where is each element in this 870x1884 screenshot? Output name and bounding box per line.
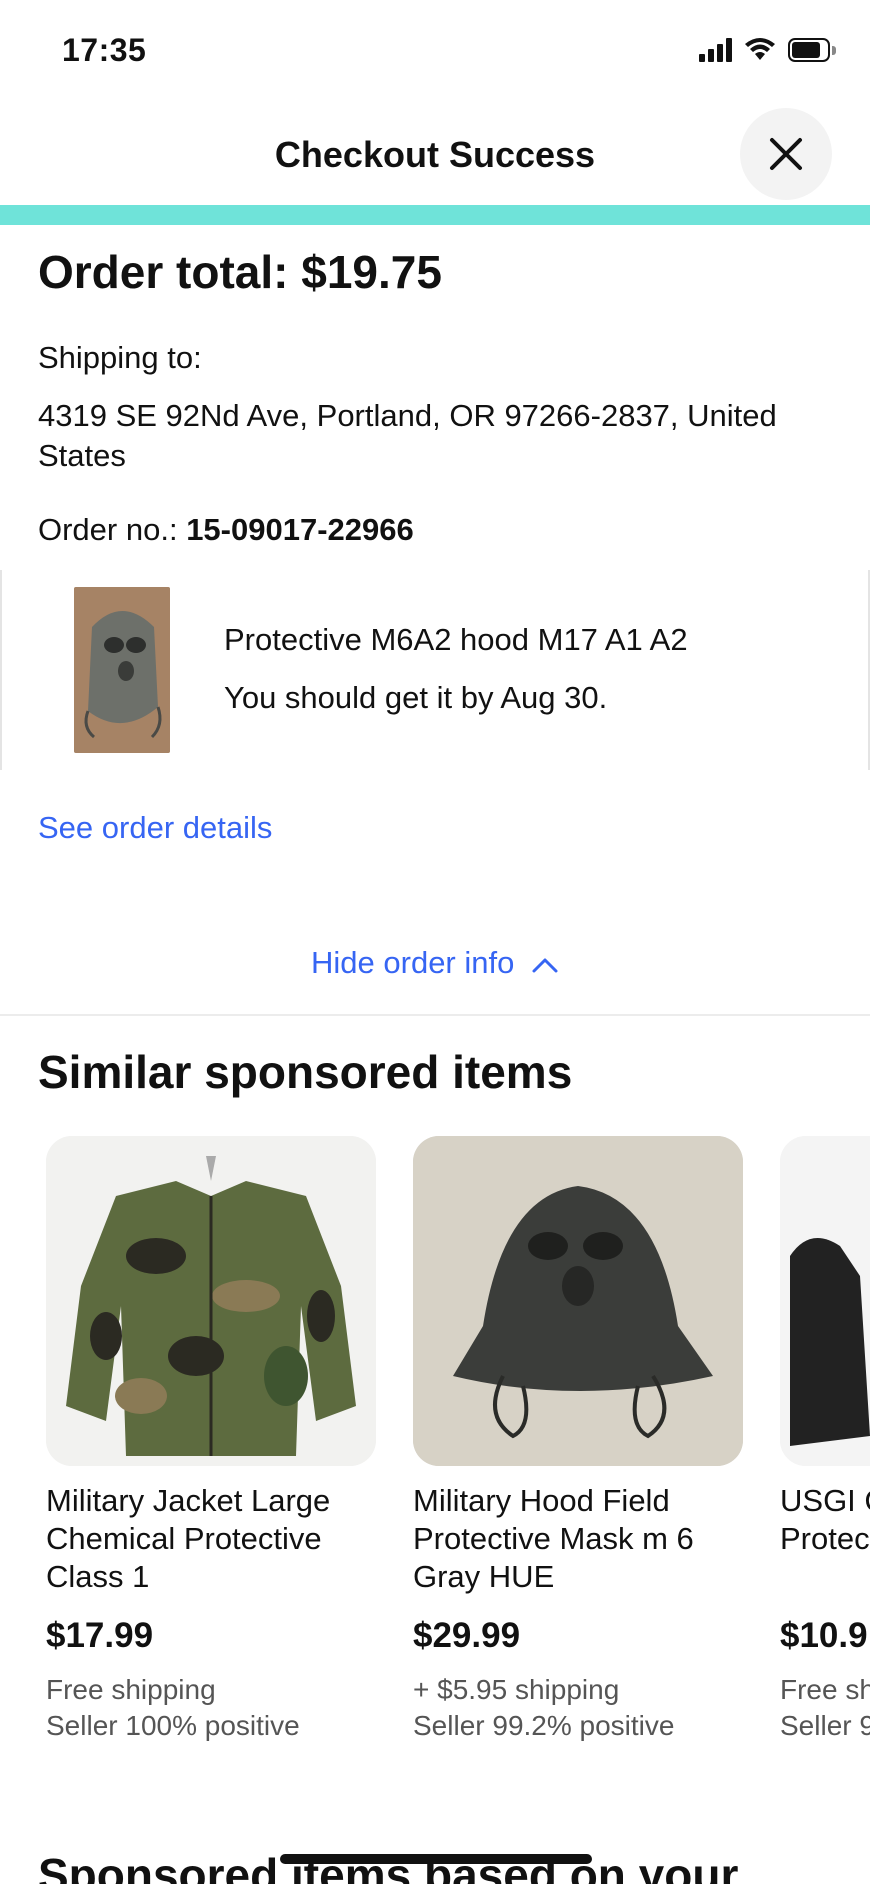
product-seller-rating: Seller 99.2% positive xyxy=(413,1710,675,1741)
see-order-details-link[interactable]: See order details xyxy=(38,810,272,846)
status-time: 17:35 xyxy=(62,32,147,68)
product-title: Military Jacket Large Chemical Protectiv… xyxy=(46,1483,331,1594)
product-card[interactable]: USGI Chemical Protective Gloves $10.9 Fr… xyxy=(780,1136,870,1744)
home-indicator[interactable] xyxy=(280,1854,592,1864)
product-image-camo-jacket xyxy=(46,1136,376,1466)
shipping-label: Shipping to: xyxy=(38,340,202,375)
status-bar: 17:35 xyxy=(0,0,870,100)
product-seller-rating: Seller 100% positive xyxy=(46,1710,300,1741)
product-price: $10.9 xyxy=(780,1616,868,1655)
order-number: Order no.: 15-09017-22966 xyxy=(38,512,414,548)
product-card[interactable]: Military Hood Field Protective Mask m 6 … xyxy=(413,1136,743,1744)
progress-bar xyxy=(0,205,870,225)
purchased-item[interactable]: Protective M6A2 hood M17 A1 A2 You shoul… xyxy=(0,570,870,770)
battery-icon xyxy=(788,38,836,62)
hide-order-info-label: Hide order info xyxy=(311,945,515,980)
chevron-up-icon xyxy=(532,958,558,973)
header: Checkout Success xyxy=(0,100,870,206)
product-shipping: Free sh xyxy=(780,1674,870,1705)
product-card[interactable]: Military Jacket Large Chemical Protectiv… xyxy=(46,1136,376,1744)
order-number-value: 15-09017-22966 xyxy=(186,512,414,547)
shipping-address: 4319 SE 92Nd Ave, Portland, OR 97266-283… xyxy=(38,398,777,473)
item-thumbnail xyxy=(74,587,170,753)
product-title: Military Hood Field Protective Mask m 6 … xyxy=(413,1483,694,1594)
similar-items-title: Similar sponsored items xyxy=(38,1046,573,1098)
similar-items-carousel[interactable]: Military Jacket Large Chemical Protectiv… xyxy=(0,1136,870,1756)
wifi-icon xyxy=(745,38,775,60)
product-title: USGI Chemical Protective Gloves xyxy=(780,1483,870,1556)
product-image-rubber-gloves xyxy=(780,1136,870,1466)
item-name: Protective M6A2 hood M17 A1 A2 xyxy=(224,622,688,657)
item-delivery-estimate: You should get it by Aug 30. xyxy=(224,680,608,715)
divider xyxy=(0,1014,870,1016)
product-price: $29.99 xyxy=(413,1616,521,1655)
status-icons xyxy=(699,38,836,62)
product-shipping: Free shipping xyxy=(46,1674,216,1705)
close-button[interactable] xyxy=(740,108,832,200)
product-seller-rating: Seller 9 xyxy=(780,1710,870,1741)
order-total: Order total: $19.75 xyxy=(38,246,442,298)
hide-order-info-button[interactable]: Hide order info xyxy=(0,945,870,981)
order-number-label: Order no.: xyxy=(38,512,178,547)
close-icon xyxy=(770,138,802,170)
product-image-gray-hood xyxy=(413,1136,743,1466)
product-price: $17.99 xyxy=(46,1616,154,1655)
cellular-signal-icon xyxy=(699,38,732,62)
product-shipping: + $5.95 shipping xyxy=(413,1674,620,1705)
